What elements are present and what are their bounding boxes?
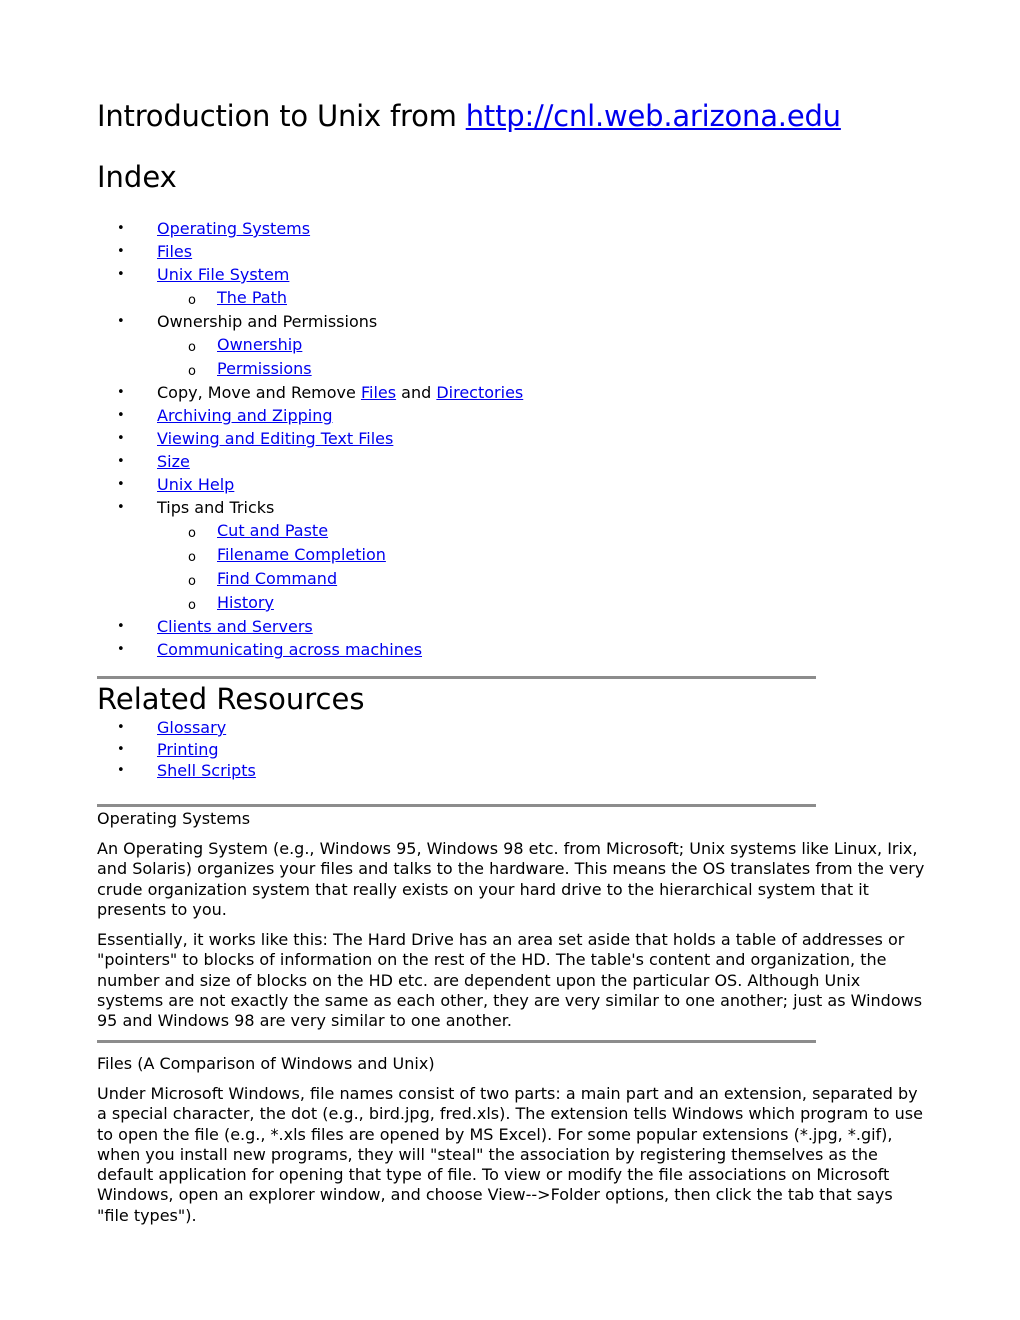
related-item: • Glossary — [97, 717, 256, 739]
index-subitem: o Ownership — [97, 334, 523, 358]
index-link-filename-completion[interactable]: Filename Completion — [217, 545, 386, 564]
circle-bullet-icon: o — [188, 293, 196, 308]
related-list: • Glossary • Printing • Shell Scripts — [97, 717, 256, 782]
index-item: • Archiving and Zipping — [97, 405, 523, 428]
index-item: • Ownership and Permissions — [97, 311, 523, 334]
index-link-size[interactable]: Size — [157, 452, 190, 471]
source-link[interactable]: http://cnl.web.arizona.edu — [466, 99, 841, 133]
bullet-icon: • — [117, 314, 125, 329]
index-subitem: o Filename Completion — [97, 544, 523, 568]
files-paragraph-1: Under Microsoft Windows, file names cons… — [97, 1084, 923, 1225]
index-subitem: o The Path — [97, 287, 523, 311]
bullet-icon: • — [117, 720, 125, 735]
bullet-icon: • — [117, 244, 125, 259]
index-link-operating-systems[interactable]: Operating Systems — [157, 219, 310, 238]
index-link-unix-file-system[interactable]: Unix File System — [157, 265, 289, 284]
os-paragraph-2: Essentially, it works like this: The Har… — [97, 930, 923, 1031]
index-link-find-command[interactable]: Find Command — [217, 569, 337, 588]
page-title: Introduction to Unix from http://cnl.web… — [97, 96, 841, 136]
horizontal-rule — [97, 804, 816, 807]
index-link-archiving[interactable]: Archiving and Zipping — [157, 406, 333, 425]
index-link-history[interactable]: History — [217, 593, 274, 612]
index-text-ownership-permissions: Ownership and Permissions — [157, 312, 378, 331]
index-link-communicating[interactable]: Communicating across machines — [157, 640, 422, 659]
index-link-files[interactable]: Files — [157, 242, 192, 261]
circle-bullet-icon: o — [188, 340, 196, 355]
index-link-cut-paste[interactable]: Cut and Paste — [217, 521, 328, 540]
index-text-tips-tricks: Tips and Tricks — [157, 498, 275, 517]
index-item: • Operating Systems — [97, 218, 523, 241]
os-paragraph-1: An Operating System (e.g., Windows 95, W… — [97, 839, 925, 919]
index-text-and: and — [396, 383, 437, 402]
index-link-viewing-editing[interactable]: Viewing and Editing Text Files — [157, 429, 393, 448]
bullet-icon: • — [117, 477, 125, 492]
index-heading: Index — [97, 160, 177, 194]
circle-bullet-icon: o — [188, 574, 196, 589]
index-item: • Tips and Tricks — [97, 497, 523, 520]
index-list: • Operating Systems • Files • Unix File Sys… — [97, 218, 523, 662]
related-link-shell-scripts[interactable]: Shell Scripts — [157, 761, 256, 780]
index-item: • Viewing and Editing Text Files — [97, 428, 523, 451]
index-item: • Copy, Move and Remove Files and Directo… — [97, 382, 523, 405]
index-item: • Size — [97, 451, 523, 474]
index-link-copy-files[interactable]: Files — [361, 383, 396, 402]
bullet-icon: • — [117, 454, 125, 469]
circle-bullet-icon: o — [188, 526, 196, 541]
index-subitem: o Cut and Paste — [97, 520, 523, 544]
index-link-permissions[interactable]: Permissions — [217, 359, 312, 378]
horizontal-rule — [97, 1040, 816, 1043]
bullet-icon: • — [117, 763, 125, 778]
bullet-icon: • — [117, 221, 125, 236]
index-link-unix-help[interactable]: Unix Help — [157, 475, 234, 494]
index-link-the-path[interactable]: The Path — [217, 288, 287, 307]
index-subitem: o Find Command — [97, 568, 523, 592]
index-item: • Unix Help — [97, 474, 523, 497]
index-subitem: o History — [97, 592, 523, 616]
related-link-printing[interactable]: Printing — [157, 740, 219, 759]
bullet-icon: • — [117, 741, 125, 757]
related-heading: Related Resources — [97, 682, 365, 716]
section-title-operating-systems: Operating Systems — [97, 809, 251, 828]
bullet-icon: • — [117, 267, 125, 282]
title-text: Introduction to Unix from — [97, 99, 466, 133]
index-item: • Communicating across machines — [97, 639, 523, 662]
circle-bullet-icon: o — [188, 550, 196, 565]
related-item: • Printing — [97, 739, 256, 761]
related-link-glossary[interactable]: Glossary — [157, 718, 226, 737]
bullet-icon: • — [117, 408, 125, 423]
bullet-icon: • — [117, 500, 125, 515]
index-link-clients-servers[interactable]: Clients and Servers — [157, 617, 313, 636]
circle-bullet-icon: o — [188, 598, 196, 613]
circle-bullet-icon: o — [188, 364, 196, 379]
bullet-icon: • — [117, 431, 125, 446]
section-title-files: Files (A Comparison of Windows and Unix) — [97, 1054, 435, 1073]
index-link-directories[interactable]: Directories — [436, 383, 523, 402]
index-item: • Files — [97, 241, 523, 264]
index-item: • Unix File System — [97, 264, 523, 287]
bullet-icon: • — [117, 619, 125, 634]
bullet-icon: • — [117, 385, 125, 400]
index-subitem: o Permissions — [97, 358, 523, 382]
bullet-icon: • — [117, 642, 125, 657]
index-item: • Clients and Servers — [97, 616, 523, 639]
index-text-copy-move-remove: Copy, Move and Remove — [157, 383, 361, 402]
related-item: • Shell Scripts — [97, 760, 256, 782]
index-link-ownership[interactable]: Ownership — [217, 335, 302, 354]
